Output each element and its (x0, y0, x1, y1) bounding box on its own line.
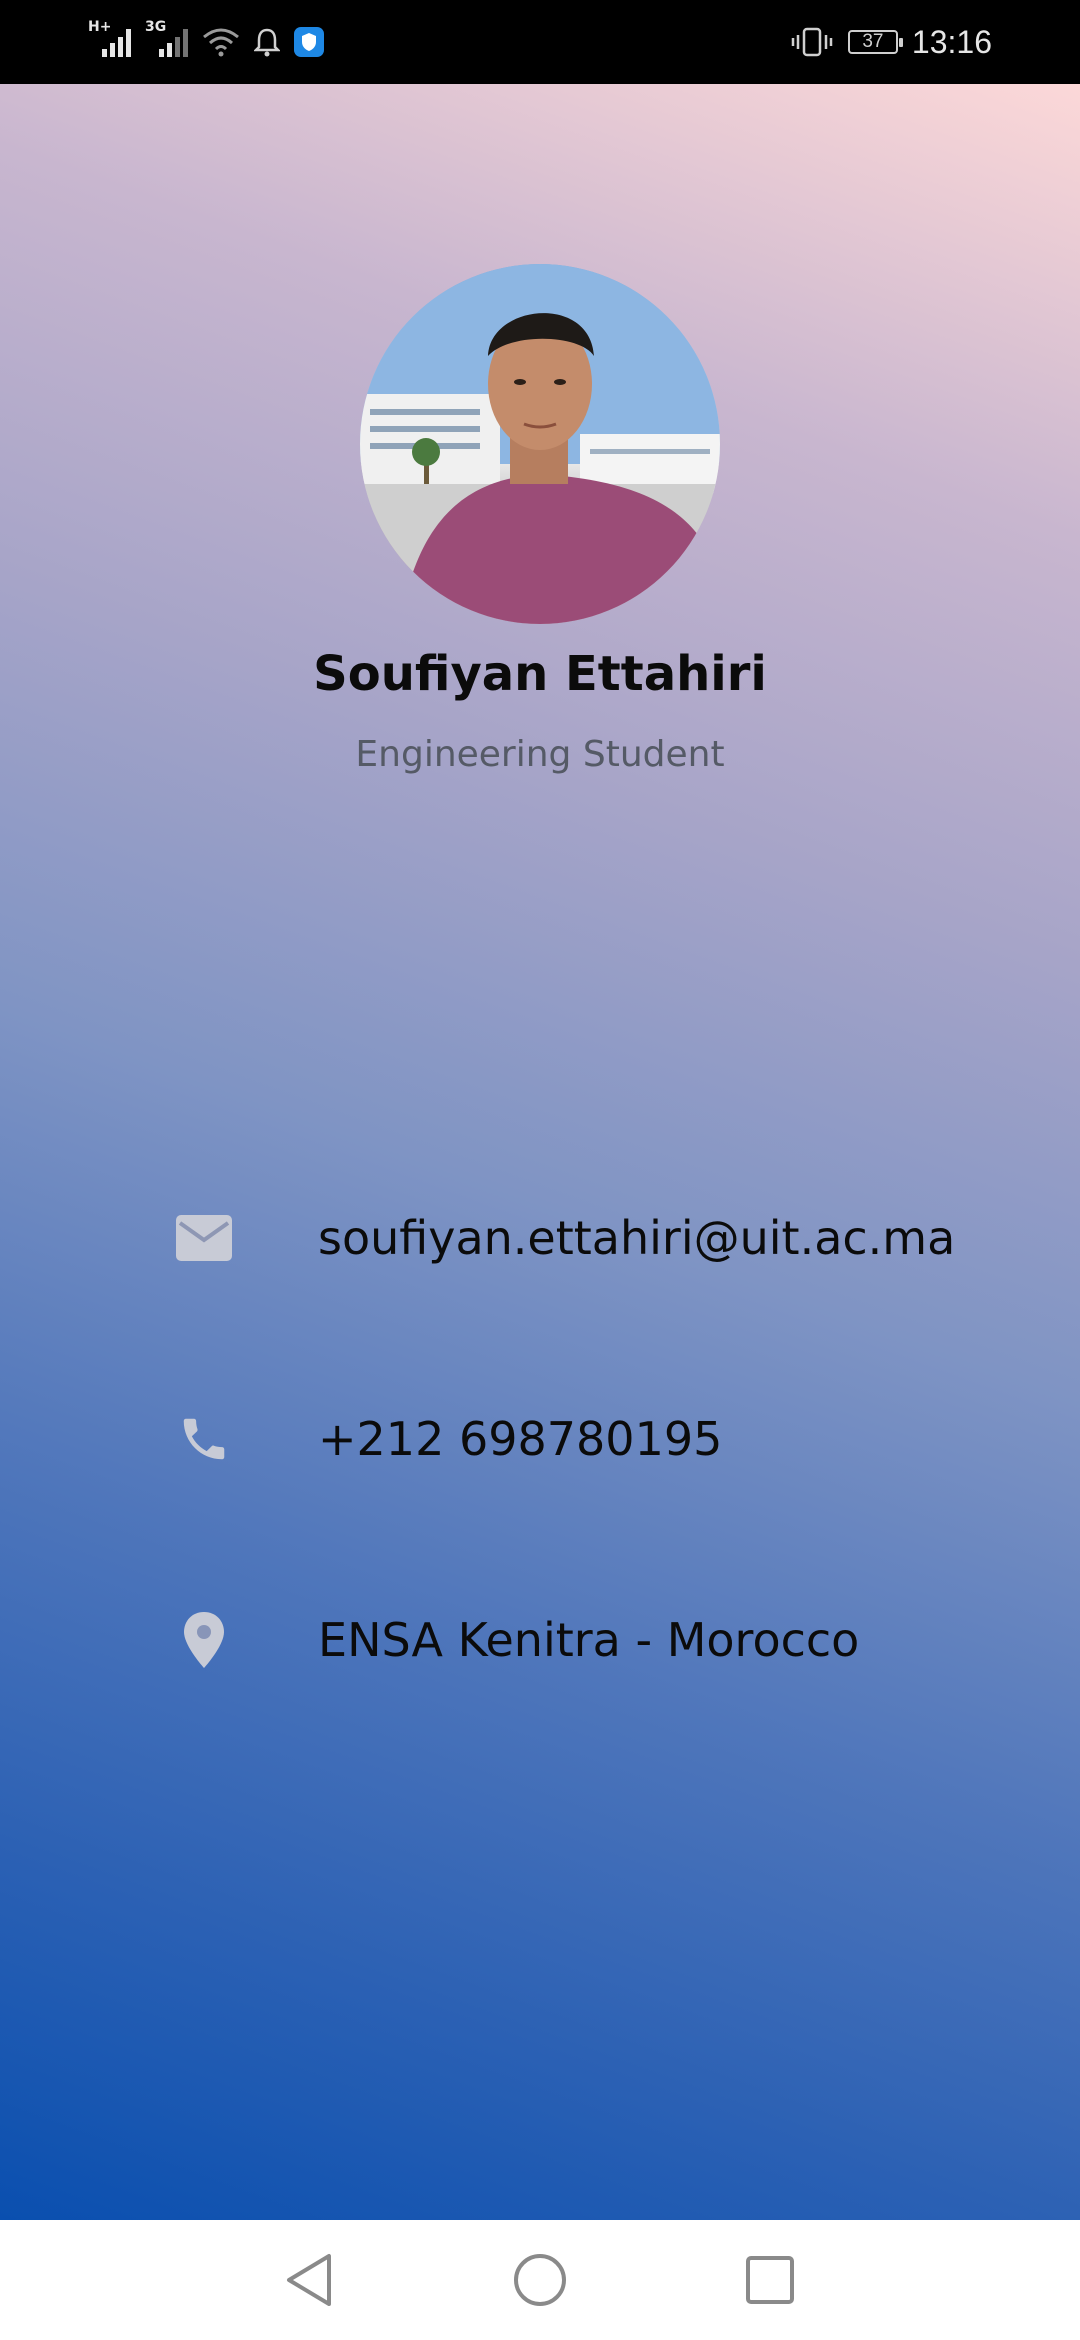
back-button[interactable] (280, 2250, 340, 2310)
battery-level: 37 (862, 31, 884, 52)
profile-screen: Soufiyan Ettahiri Engineering Student so… (0, 84, 1080, 2220)
status-right: 37 13:16 (790, 24, 992, 61)
recents-icon (746, 2256, 794, 2304)
status-left: H+ 3G (88, 19, 324, 57)
profile-photo[interactable] (360, 264, 720, 624)
phone-row[interactable]: +212 698780195 (0, 1384, 1080, 1494)
location-pin-icon (176, 1612, 232, 1668)
profile-photo-illustration (360, 264, 720, 624)
clock: 13:16 (911, 23, 992, 60)
home-button[interactable] (510, 2250, 570, 2310)
shield-icon (294, 27, 324, 57)
phone-text[interactable]: +212 698780195 (318, 1412, 722, 1466)
wifi-icon (203, 28, 239, 57)
signal-2: 3G (145, 19, 188, 57)
signal-icon (102, 27, 131, 57)
recents-button[interactable] (740, 2250, 800, 2310)
navigation-bar (0, 2220, 1080, 2340)
email-row[interactable]: soufiyan.ettahiri@uit.ac.ma (0, 1183, 1080, 1293)
profile-title: Engineering Student (355, 734, 725, 775)
home-icon (514, 2254, 566, 2306)
status-bar: H+ 3G 37 13:16 (0, 0, 1080, 84)
email-icon (176, 1210, 232, 1266)
location-row[interactable]: ENSA Kenitra - Morocco (0, 1585, 1080, 1695)
notification-bell-icon (254, 28, 280, 57)
signal-icon (159, 27, 188, 57)
vibrate-icon (791, 27, 833, 57)
phone-icon (176, 1411, 232, 1467)
signal-1: H+ (88, 19, 131, 57)
location-text: ENSA Kenitra - Morocco (318, 1613, 860, 1667)
profile-name: Soufiyan Ettahiri (313, 646, 767, 702)
back-icon (287, 2254, 331, 2306)
battery-icon: 37 (847, 30, 903, 54)
email-text[interactable]: soufiyan.ettahiri@uit.ac.ma (318, 1211, 955, 1265)
